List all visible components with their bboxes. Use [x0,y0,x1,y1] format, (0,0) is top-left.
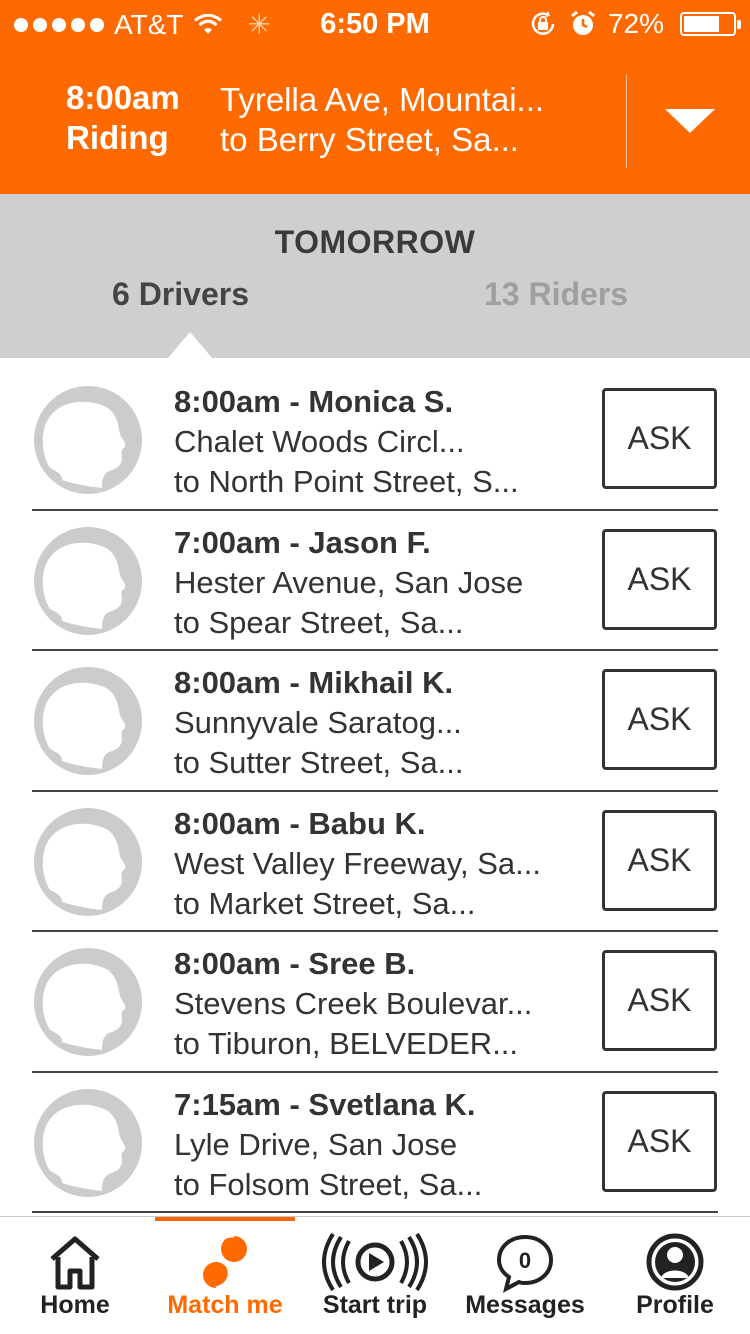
ask-button[interactable]: ASK [602,950,717,1051]
rotation-lock-icon [531,11,555,35]
driver-title: 7:15am - Svetlana K. [174,1086,476,1122]
battery-icon [680,12,741,36]
ask-button[interactable]: ASK [602,809,717,911]
profile-icon [646,1233,704,1291]
tab-match-me[interactable]: Match me [155,1217,295,1334]
tab-profile[interactable]: Profile [600,1217,750,1334]
trip-dropdown-button[interactable] [630,74,750,168]
driver-to: to North Point Street, S... [174,464,519,499]
avatar-placeholder-icon [34,807,142,916]
avatar-placeholder-icon [34,1088,142,1197]
chevron-down-icon [665,109,715,133]
tab-label: Home [40,1291,110,1319]
driver-to: to Market Street, Sa... [174,885,476,921]
driver-from: Chalet Woods Circl... [174,424,465,459]
ask-button[interactable]: ASK [602,528,717,630]
battery-percent: 72% [607,8,664,39]
driver-title: 7:00am - Jason F. [174,524,431,560]
tab-label: Match me [167,1291,283,1319]
header: AT&T ✳ 6:50 PM 72% 8:00am Riding Tyrella… [0,0,750,194]
tab-label: Messages [465,1291,585,1319]
day-segment: TOMORROW 6 Drivers 13 Riders [0,194,750,358]
bottom-tab-bar: Home Match me Start trip 0 Messages Prof… [0,1216,750,1334]
avatar-placeholder-icon [34,948,142,1056]
active-tab-indicator [155,1217,295,1221]
start-trip-icon [322,1232,428,1292]
selected-tab-pointer [168,332,212,358]
driver-title: 8:00am - Sree B. [174,946,416,981]
tab-riders[interactable]: 13 Riders [484,276,628,313]
row-divider [32,1211,718,1213]
tab-label: Start trip [322,1291,428,1319]
driver-from: West Valley Freeway, Sa... [174,845,541,881]
tab-label: Profile [636,1291,714,1319]
driver-to: to Tiburon, BELVEDER... [174,1026,519,1061]
tab-start-trip[interactable]: Start trip [300,1217,450,1334]
avatar-placeholder-icon [34,526,142,635]
avatar-placeholder-icon [34,386,142,494]
driver-title: 8:00am - Babu K. [174,805,426,841]
trip-divider [626,74,627,168]
driver-title: 8:00am - Mikhail K. [174,665,454,700]
driver-from: Sunnyvale Saratog... [174,705,462,740]
ask-button[interactable]: ASK [602,669,717,770]
messages-icon: 0 [496,1234,554,1293]
driver-row[interactable]: 8:00am - Monica S. Chalet Woods Circl...… [0,370,750,511]
home-icon [50,1236,100,1290]
tab-messages[interactable]: 0 Messages [450,1217,600,1334]
status-bar: AT&T ✳ 6:50 PM 72% [0,0,750,50]
driver-row[interactable]: 7:15am - Svetlana K. Lyle Drive, San Jos… [0,1073,750,1213]
messages-badge: 0 [519,1248,531,1273]
driver-title: 8:00am - Monica S. [174,384,454,419]
match-me-icon [203,1234,247,1290]
trip-time: 8:00am [66,79,180,116]
driver-from: Stevens Creek Boulevar... [174,986,533,1021]
trip-bar[interactable]: 8:00am Riding Tyrella Ave, Mountai... to… [0,60,750,194]
status-right: 72% [528,8,741,40]
driver-row[interactable]: 7:00am - Jason F. Hester Avenue, San Jos… [0,511,750,651]
driver-from: Lyle Drive, San Jose [174,1126,458,1162]
driver-from: Hester Avenue, San Jose [174,564,524,600]
avatar-placeholder-icon [34,667,142,775]
day-label: TOMORROW [274,224,476,260]
driver-to: to Spear Street, Sa... [174,604,464,640]
driver-to: to Folsom Street, Sa... [174,1166,483,1202]
alarm-icon [571,10,595,35]
driver-row[interactable]: 8:00am - Sree B. Stevens Creek Boulevar.… [0,932,750,1073]
driver-list: 8:00am - Monica S. Chalet Woods Circl...… [0,370,750,1213]
tab-home[interactable]: Home [0,1217,150,1334]
ask-button[interactable]: ASK [602,1090,717,1192]
trip-to: to Berry Street, Sa... [220,121,519,158]
trip-status: Riding [66,119,169,156]
driver-to: to Sutter Street, Sa... [174,745,464,780]
driver-row[interactable]: 8:00am - Babu K. West Valley Freeway, Sa… [0,792,750,932]
tab-drivers[interactable]: 6 Drivers [112,276,249,313]
driver-row[interactable]: 8:00am - Mikhail K. Sunnyvale Saratog...… [0,651,750,792]
trip-from: Tyrella Ave, Mountai... [220,81,545,118]
ask-button[interactable]: ASK [602,388,717,489]
